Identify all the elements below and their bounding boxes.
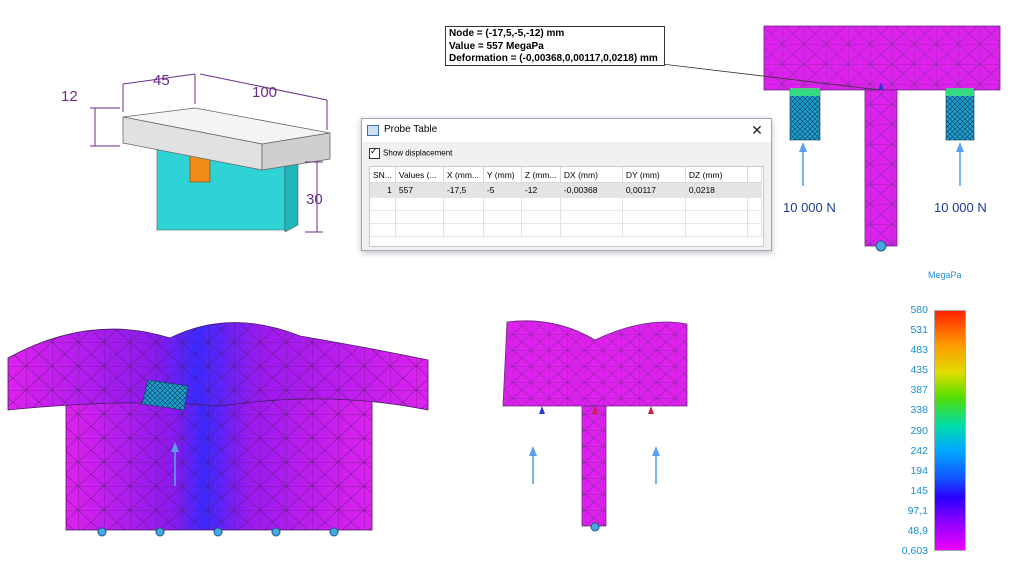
probe-table-titlebar[interactable]: Probe Table ✕ (362, 119, 771, 142)
legend-unit-label: MegaPa (928, 270, 962, 280)
table-cell (560, 210, 623, 224)
table-cell (560, 197, 623, 211)
table-cell (370, 197, 396, 211)
column-header[interactable]: DZ (mm) (685, 167, 748, 183)
tooltip-leader-line (661, 63, 881, 91)
table-cell (443, 210, 484, 224)
legend-tick-label: 145 (910, 484, 928, 497)
checkbox-check-icon[interactable] (369, 146, 380, 159)
legend-tick-label: 580 (910, 304, 928, 316)
table-cell (521, 223, 561, 237)
table-cell: -17,5 (443, 182, 484, 198)
table-cell (395, 210, 444, 224)
dim-45-label: 45 (153, 72, 170, 89)
column-header-filler (747, 167, 762, 183)
table-cell: 0,00117 (622, 182, 686, 198)
column-header[interactable]: DX (mm) (560, 167, 623, 183)
fea-model-top-view (763, 25, 1001, 252)
table-cell (483, 210, 522, 224)
column-header[interactable]: Values (... (395, 167, 444, 183)
legend-tick-label: 194 (910, 464, 928, 477)
force-label-left: 10 000 N (783, 200, 836, 215)
table-cell: -12 (521, 182, 561, 198)
legend-tick-label: 290 (910, 424, 928, 437)
legend-tick-label: 97,1 (907, 504, 928, 517)
table-cell: 1 (370, 182, 396, 198)
table-cell (395, 223, 444, 237)
tooltip-value-line: Value = 557 MegaPa (449, 40, 544, 52)
table-cell (521, 210, 561, 224)
legend-tick-label: 483 (910, 344, 928, 357)
dim-12-label: 12 (61, 88, 78, 105)
close-icon[interactable]: ✕ (749, 122, 765, 138)
legend-tick-label: 242 (910, 444, 928, 457)
tooltip-node-line: Node = (-17,5,-5,-12) mm (449, 28, 565, 39)
column-header[interactable]: X (mm... (443, 167, 484, 183)
table-cell (685, 210, 748, 224)
table-cell (685, 197, 748, 211)
legend-tick-label: 435 (910, 364, 928, 377)
probe-results-grid[interactable]: SN... Values (... X (mm... Y (mm) Z (mm... DX… (369, 166, 764, 247)
legend-tick-label: 531 (910, 324, 928, 337)
table-cell (747, 223, 762, 237)
window-icon (367, 125, 379, 136)
table-cell (685, 223, 748, 237)
column-header[interactable]: SN... (370, 167, 396, 183)
table-cell (443, 197, 484, 211)
table-cell (370, 223, 396, 237)
table-cell (747, 210, 762, 224)
show-displacement-checkbox[interactable]: Show displacement (369, 146, 453, 162)
legend-tick-label: 387 (910, 384, 928, 397)
empty-row (370, 223, 762, 237)
legend-tick-label: 48,9 (907, 524, 928, 537)
table-cell (483, 223, 522, 237)
table-cell (747, 182, 762, 198)
force-label-right: 10 000 N (934, 200, 987, 215)
legend-tick-label: 0,603 (901, 545, 928, 557)
table-cell: 0,0218 (685, 182, 748, 198)
column-header[interactable]: Z (mm... (521, 167, 561, 183)
table-cell: -5 (483, 182, 522, 198)
fea-model-side-view (502, 320, 688, 532)
stress-legend-labels: 580 531 483 435 387 338 290 242 194 145 97,1 48,9 0,… (888, 304, 928, 560)
table-cell: 557 (395, 182, 444, 198)
table-cell (483, 197, 522, 211)
table-cell (560, 223, 623, 237)
table-cell (370, 210, 396, 224)
table-row[interactable]: 1 557 -17,5 -5 -12 -0,00368 0,00117 0,0218 (370, 182, 762, 198)
empty-row (370, 197, 762, 211)
table-cell (443, 223, 484, 237)
fea-model-deformed-front (7, 322, 429, 537)
table-cell (747, 197, 762, 211)
column-header[interactable]: Y (mm) (483, 167, 522, 183)
table-cell (395, 197, 444, 211)
table-cell (521, 197, 561, 211)
part-sketch (90, 73, 331, 233)
table-cell (622, 210, 686, 224)
dim-30-label: 30 (306, 191, 323, 208)
table-cell: -0,00368 (560, 182, 623, 198)
empty-row (370, 210, 762, 224)
stress-legend-colorbar (934, 310, 966, 551)
node-info-tooltip: Node = (-17,5,-5,-12) mm Value = 557 Meg… (445, 26, 665, 66)
probe-table-dialog[interactable]: Probe Table ✕ Show displacement SN...Val… (361, 118, 772, 251)
dim-100-label: 100 (252, 84, 278, 101)
tooltip-deformation-line: Deformation = (-0,00368,0,00117,0,0218) … (449, 53, 658, 64)
table-cell (622, 197, 686, 211)
table-cell (622, 223, 686, 237)
show-displacement-label: Show displacement (383, 148, 453, 158)
legend-tick-label: 338 (910, 404, 928, 417)
probe-table-title: Probe Table (384, 124, 438, 135)
column-header[interactable]: DY (mm) (622, 167, 686, 183)
